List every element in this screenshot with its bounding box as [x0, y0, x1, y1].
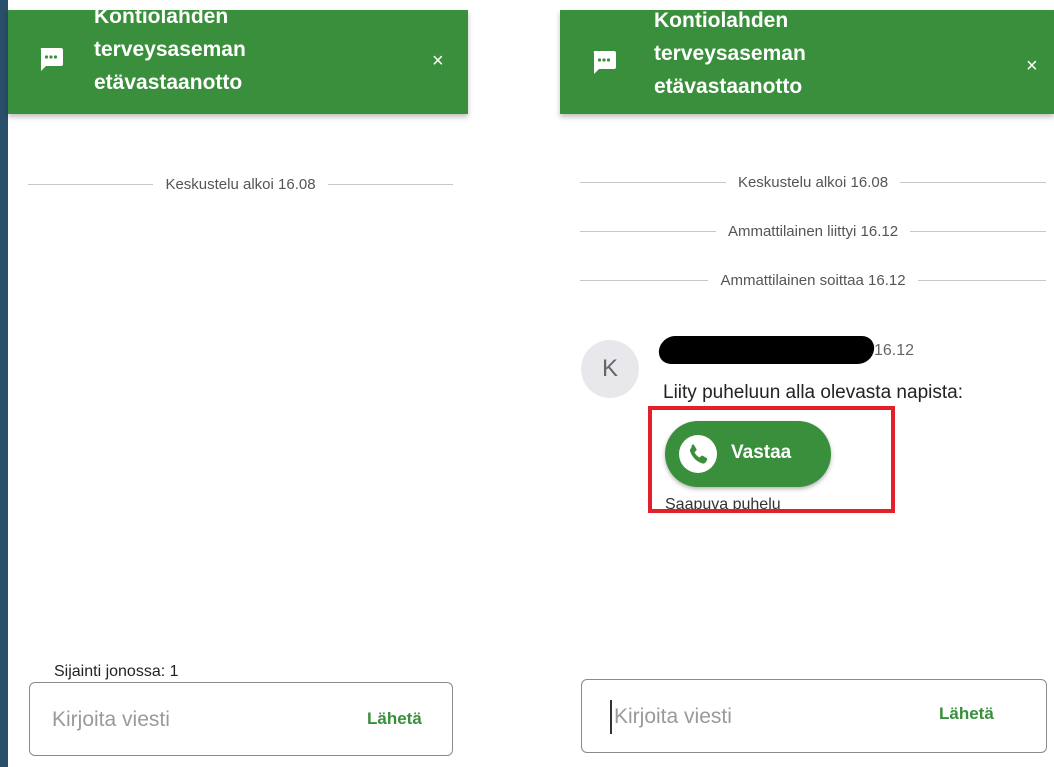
- conversation-started-divider: Keskustelu alkoi 16.08: [28, 176, 454, 193]
- chat-header: Kontiolahden terveysaseman etävastaanott…: [560, 10, 1054, 114]
- conversation-started-label: Keskustelu alkoi 16.08: [737, 174, 889, 191]
- chat-panel-waiting: Kontiolahden terveysaseman etävastaanott…: [8, 0, 468, 767]
- avatar: K: [581, 340, 639, 398]
- conversation-started-label: Keskustelu alkoi 16.08: [165, 176, 316, 193]
- professional-joined-divider: Ammattilainen liittyi 16.12: [580, 223, 1047, 240]
- chat-panel-call: Kontiolahden terveysaseman etävastaanott…: [560, 0, 1054, 767]
- message-text: Liity puheluun alla olevasta napista:: [663, 382, 963, 403]
- send-button[interactable]: Lähetä: [367, 709, 422, 729]
- chat-bubble-icon: [593, 51, 616, 74]
- send-button[interactable]: Lähetä: [939, 704, 994, 724]
- redacted-sender-name: [657, 336, 876, 364]
- professional-calling-divider: Ammattilainen soittaa 16.12: [580, 272, 1047, 289]
- conversation-started-divider: Keskustelu alkoi 16.08: [580, 174, 1047, 191]
- close-button[interactable]: ×: [1026, 56, 1038, 76]
- professional-calling-label: Ammattilainen soittaa 16.12: [720, 272, 906, 289]
- message-input[interactable]: [612, 680, 876, 754]
- background-window-edge: [0, 0, 8, 767]
- highlight-annotation-box: [648, 406, 895, 513]
- chat-bubble-icon: [40, 48, 63, 71]
- message-input-box: Lähetä: [581, 679, 1047, 754]
- queue-position-label: Sijainti jonossa: 1: [54, 663, 179, 680]
- professional-joined-label: Ammattilainen liittyi 16.12: [727, 223, 899, 240]
- message-input-box: Lähetä: [29, 682, 453, 757]
- message-input[interactable]: [50, 683, 314, 757]
- chat-title: Kontiolahden terveysaseman etävastaanott…: [654, 10, 806, 98]
- close-button[interactable]: ×: [432, 51, 444, 71]
- chat-title: Kontiolahden terveysaseman etävastaanott…: [94, 10, 246, 94]
- message-timestamp: 16.12: [874, 342, 915, 359]
- chat-header: Kontiolahden terveysaseman etävastaanott…: [8, 10, 468, 114]
